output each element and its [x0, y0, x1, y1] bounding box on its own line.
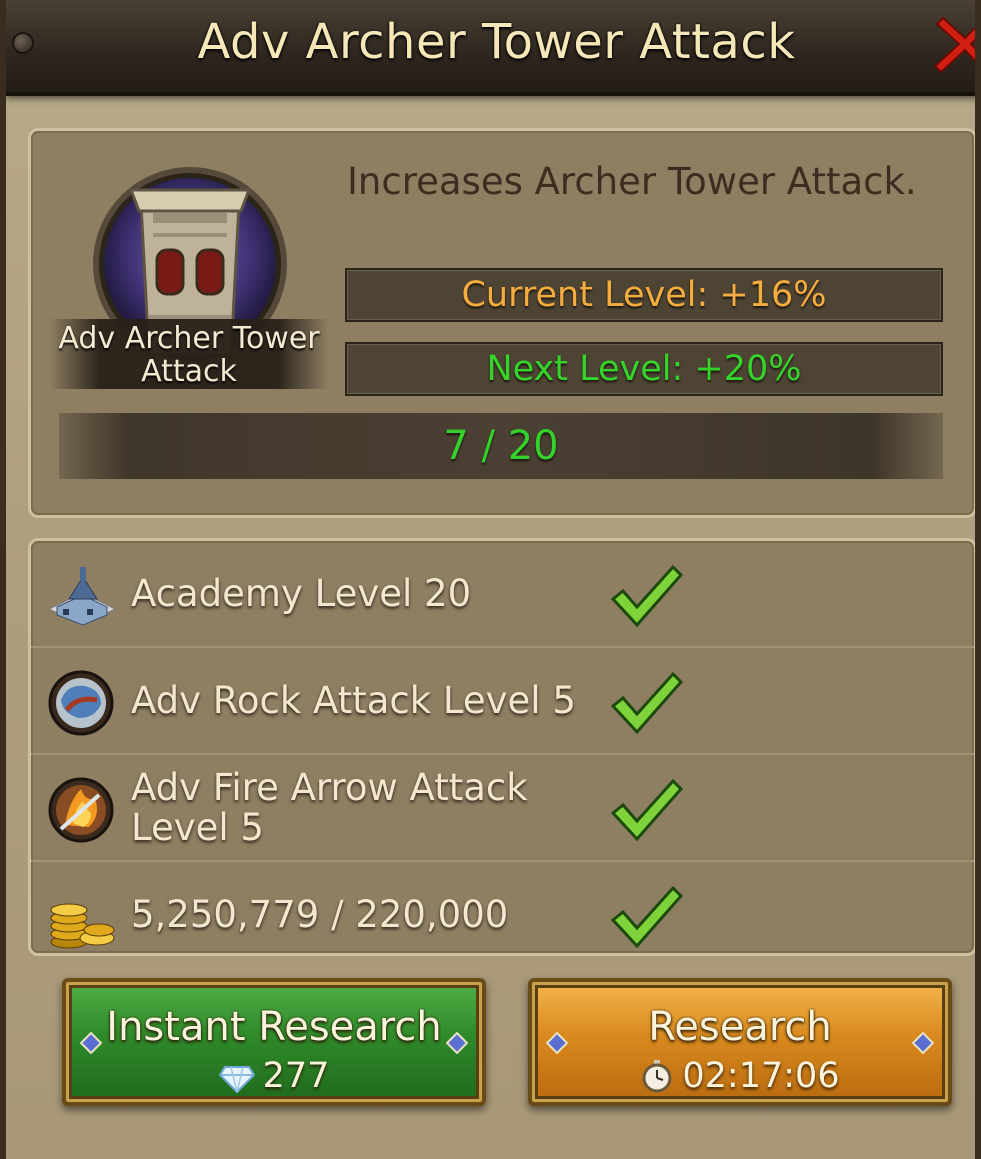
progress-text: 7 / 20 — [443, 423, 559, 469]
dialog-title: Adv Archer Tower Attack — [197, 14, 796, 70]
instant-research-cost: 277 — [66, 1056, 482, 1096]
research-label: Research — [648, 1004, 832, 1050]
requirement-row: Adv Rock Attack Level 5 — [31, 648, 974, 755]
rock-attack-icon — [48, 670, 114, 736]
instant-research-cost-value: 277 — [262, 1056, 330, 1096]
check-icon — [610, 885, 684, 949]
requirement-text: Adv Rock Attack Level 5 — [131, 678, 576, 722]
requirement-row: Academy Level 20 — [31, 541, 974, 648]
requirement-text: Adv Fire Arrow Attack Level 5 — [131, 765, 528, 849]
current-level-bar: Current Level: +16% — [345, 268, 943, 322]
research-description: Increases Archer Tower Attack. — [347, 160, 917, 203]
requirement-text: Academy Level 20 — [131, 571, 472, 615]
diamond-icon — [218, 1066, 255, 1094]
research-icon-label: Adv Archer Tower Attack — [49, 319, 329, 389]
check-icon — [610, 564, 684, 628]
stopwatch-icon — [642, 1060, 672, 1093]
research-dialog: Adv Archer Tower Attack Adv Archer Tower… — [0, 0, 981, 1159]
instant-research-button[interactable]: Instant Research 277 — [62, 978, 486, 1106]
title-bar: Adv Archer Tower Attack — [6, 0, 981, 96]
fire-arrow-icon — [48, 777, 114, 843]
requirements-panel: Academy Level 20 Adv Rock Attack Level 5 — [28, 538, 975, 956]
close-icon[interactable] — [929, 8, 981, 80]
research-button[interactable]: Research 02:17:06 — [528, 978, 952, 1106]
research-time-value: 02:17:06 — [682, 1056, 840, 1096]
level-progress-bar: 7 / 20 — [59, 413, 943, 479]
check-icon — [610, 778, 684, 842]
research-time: 02:17:06 — [532, 1056, 948, 1096]
instant-research-label: Instant Research — [106, 1004, 442, 1050]
requirement-text: 5,250,779 / 220,000 — [131, 892, 509, 936]
gold-coins-icon — [50, 903, 115, 949]
next-level-bar: Next Level: +20% — [345, 342, 943, 396]
check-icon — [610, 671, 684, 735]
requirement-row: 5,250,779 / 220,000 — [31, 862, 974, 967]
research-info-panel: Adv Archer Tower Attack Increases Archer… — [28, 128, 975, 518]
requirement-row: Adv Fire Arrow Attack Level 5 — [31, 755, 974, 862]
academy-icon — [47, 567, 117, 626]
